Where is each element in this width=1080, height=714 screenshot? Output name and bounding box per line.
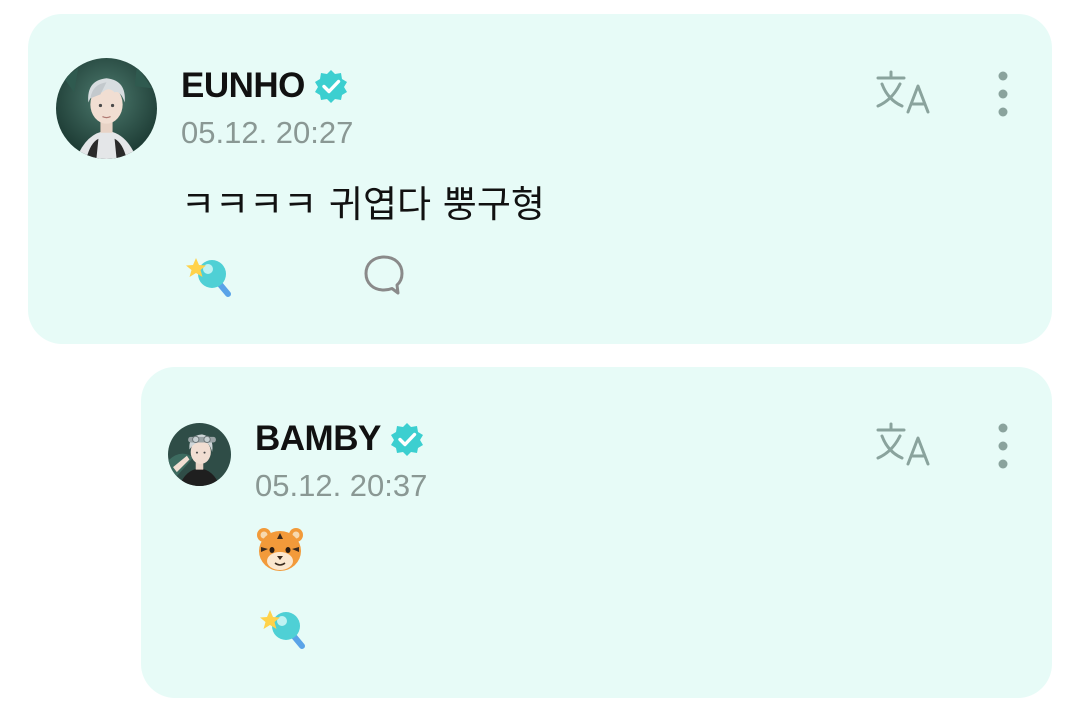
author-row: BAMBY bbox=[255, 419, 425, 459]
translate-icon[interactable] bbox=[874, 420, 932, 468]
post-card: EUNHO 05.12. 20:27 ㅋㅋㅋㅋ 귀엽다 뿡구형 bbox=[28, 14, 1052, 344]
comment-icon[interactable] bbox=[362, 253, 406, 297]
reaction-icon[interactable] bbox=[256, 604, 306, 650]
translate-icon[interactable] bbox=[874, 68, 932, 116]
avatar[interactable] bbox=[56, 58, 157, 159]
tiger-face-emoji bbox=[257, 528, 303, 571]
more-vertical-icon[interactable] bbox=[994, 70, 1012, 118]
author-name[interactable]: EUNHO bbox=[181, 66, 305, 106]
timestamp: 05.12. 20:37 bbox=[255, 468, 428, 503]
post-text: ㅋㅋㅋㅋ 귀엽다 뿡구형 bbox=[181, 183, 545, 226]
author-name[interactable]: BAMBY bbox=[255, 419, 381, 459]
reaction-icon[interactable] bbox=[182, 252, 232, 298]
avatar[interactable] bbox=[168, 423, 231, 486]
author-row: EUNHO bbox=[181, 66, 349, 106]
verified-badge-icon bbox=[390, 423, 423, 456]
verified-badge-icon bbox=[314, 70, 347, 103]
timestamp: 05.12. 20:27 bbox=[181, 115, 354, 150]
reply-card: BAMBY 05.12. 20:37 bbox=[141, 367, 1052, 698]
more-vertical-icon[interactable] bbox=[994, 422, 1012, 470]
